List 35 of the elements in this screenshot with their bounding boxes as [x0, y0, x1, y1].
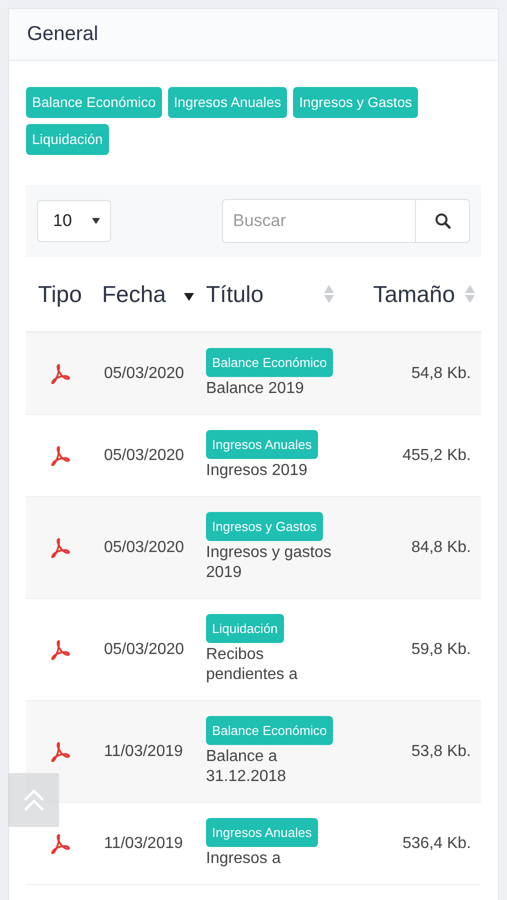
date-cell-text: 05/03/2020: [103, 538, 186, 558]
document-title[interactable]: Balance a 31.12.2018: [206, 747, 346, 787]
document-title[interactable]: Ingresos y gastos 2019: [206, 543, 346, 583]
size-cell-text: 54,8 Kb.: [410, 364, 472, 384]
date-cell-text: 05/03/2020: [103, 446, 186, 466]
document-title[interactable]: Balance 2019: [206, 379, 304, 399]
page-size-select[interactable]: 10: [37, 200, 111, 242]
pdf-icon: [50, 640, 70, 660]
search-icon: [434, 213, 450, 229]
column-header[interactable]: Título: [206, 280, 264, 308]
document-title[interactable]: Recibos pendientes a: [206, 645, 346, 685]
date-cell-text: 11/03/2019: [103, 742, 184, 762]
pdf-icon: [50, 742, 70, 762]
column-header[interactable]: Tipo: [38, 280, 82, 308]
size-cell-text: 59,8 Kb.: [410, 640, 472, 660]
document-title[interactable]: Ingresos 2019: [206, 461, 308, 481]
size-cell-text: 84,8 Kb.: [410, 538, 472, 558]
size-cell-text: 536,4 Kb.: [402, 834, 472, 854]
size-cell-text: 53,8 Kb.: [410, 742, 472, 762]
pdf-icon: [50, 364, 70, 384]
size-cell-text: 455,2 Kb.: [402, 446, 472, 466]
date-cell-text: 05/03/2020: [103, 640, 186, 660]
pdf-icon: [50, 538, 70, 558]
column-header[interactable]: Tamaño: [373, 280, 455, 308]
document-title[interactable]: Ingresos a: [206, 849, 281, 869]
pdf-icon: [50, 834, 70, 854]
panel-title: General: [27, 23, 98, 45]
date-cell-text: 05/03/2020: [103, 364, 186, 384]
search-field[interactable]: Buscar: [222, 199, 470, 243]
caret-icon: [92, 218, 100, 224]
column-header[interactable]: Fecha: [102, 280, 166, 308]
date-cell-text: 11/03/2019: [103, 834, 184, 854]
double-chevron-up-icon: [22, 787, 44, 813]
pdf-icon: [50, 446, 70, 466]
search-input[interactable]: Buscar: [223, 200, 415, 242]
